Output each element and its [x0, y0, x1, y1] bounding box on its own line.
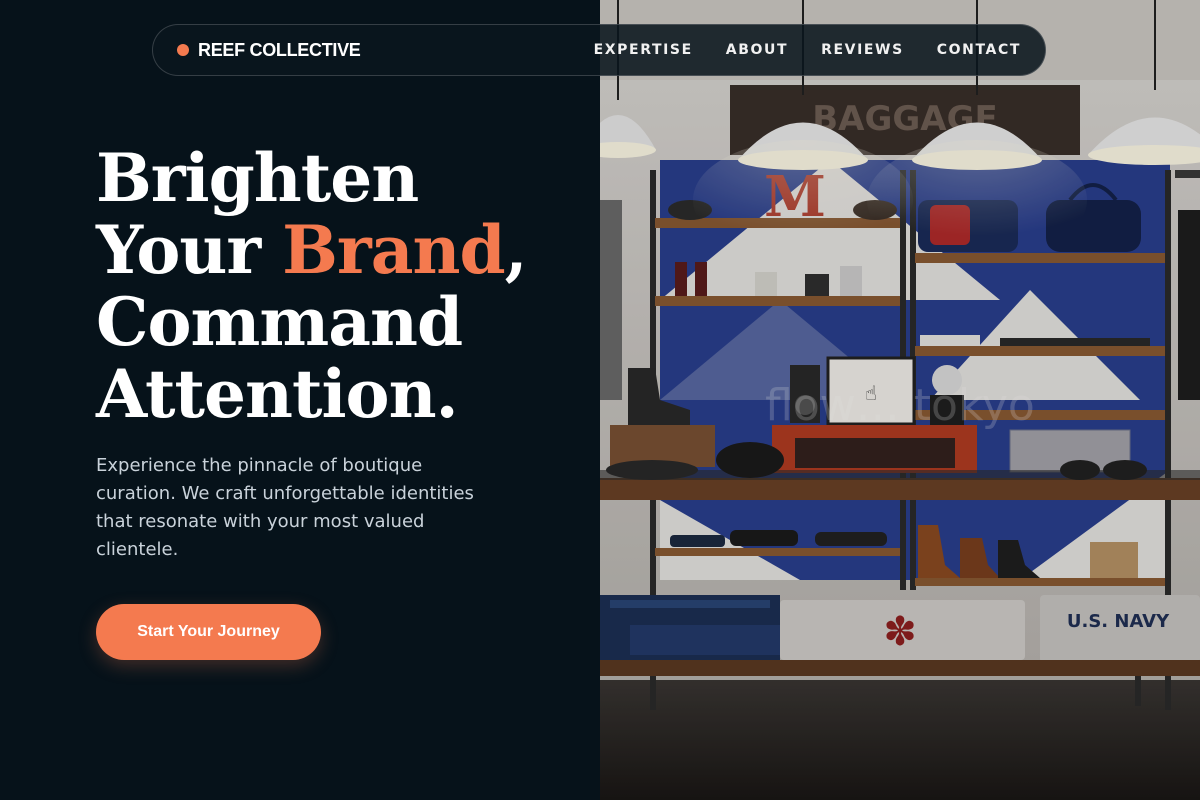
nav-links: EXPERTISE ABOUT REVIEWS CONTACT — [594, 42, 1021, 58]
nav-link-reviews[interactable]: REVIEWS — [821, 42, 904, 58]
headline-line-4: Attention. — [96, 355, 459, 433]
top-navigation-bar: REEF COLLECTIVE EXPERTISE ABOUT REVIEWS … — [152, 24, 1046, 76]
start-journey-button[interactable]: Start Your Journey — [96, 604, 321, 660]
headline-line-2: Your Brand, — [96, 211, 528, 289]
brand-name: REEF COLLECTIVE — [198, 39, 361, 60]
boutique-store-photo: BAGGAGE M ☝ ✽ U.S. NAVY flow… tokyo — [600, 0, 1200, 800]
headline-your: Your — [96, 211, 283, 289]
brand-logo[interactable]: REEF COLLECTIVE — [177, 40, 361, 61]
hero-intro-text: Experience the pinnacle of boutique cura… — [96, 455, 474, 560]
nav-link-about[interactable]: ABOUT — [726, 42, 788, 58]
headline-line-3: Command — [96, 283, 463, 361]
hero-left-panel: Brighten Your Brand, Command Attention. … — [0, 0, 600, 800]
brand-dot-icon — [177, 44, 189, 56]
nav-link-expertise[interactable]: EXPERTISE — [594, 42, 693, 58]
headline-comma: , — [504, 211, 528, 289]
headline-line-1: Brighten — [96, 139, 419, 217]
headline-brand-accent: Brand — [282, 211, 505, 289]
nav-link-contact[interactable]: CONTACT — [937, 42, 1021, 58]
landing-page: Brighten Your Brand, Command Attention. … — [0, 0, 1200, 800]
hero-headline: Brighten Your Brand, Command Attention. — [96, 139, 528, 433]
